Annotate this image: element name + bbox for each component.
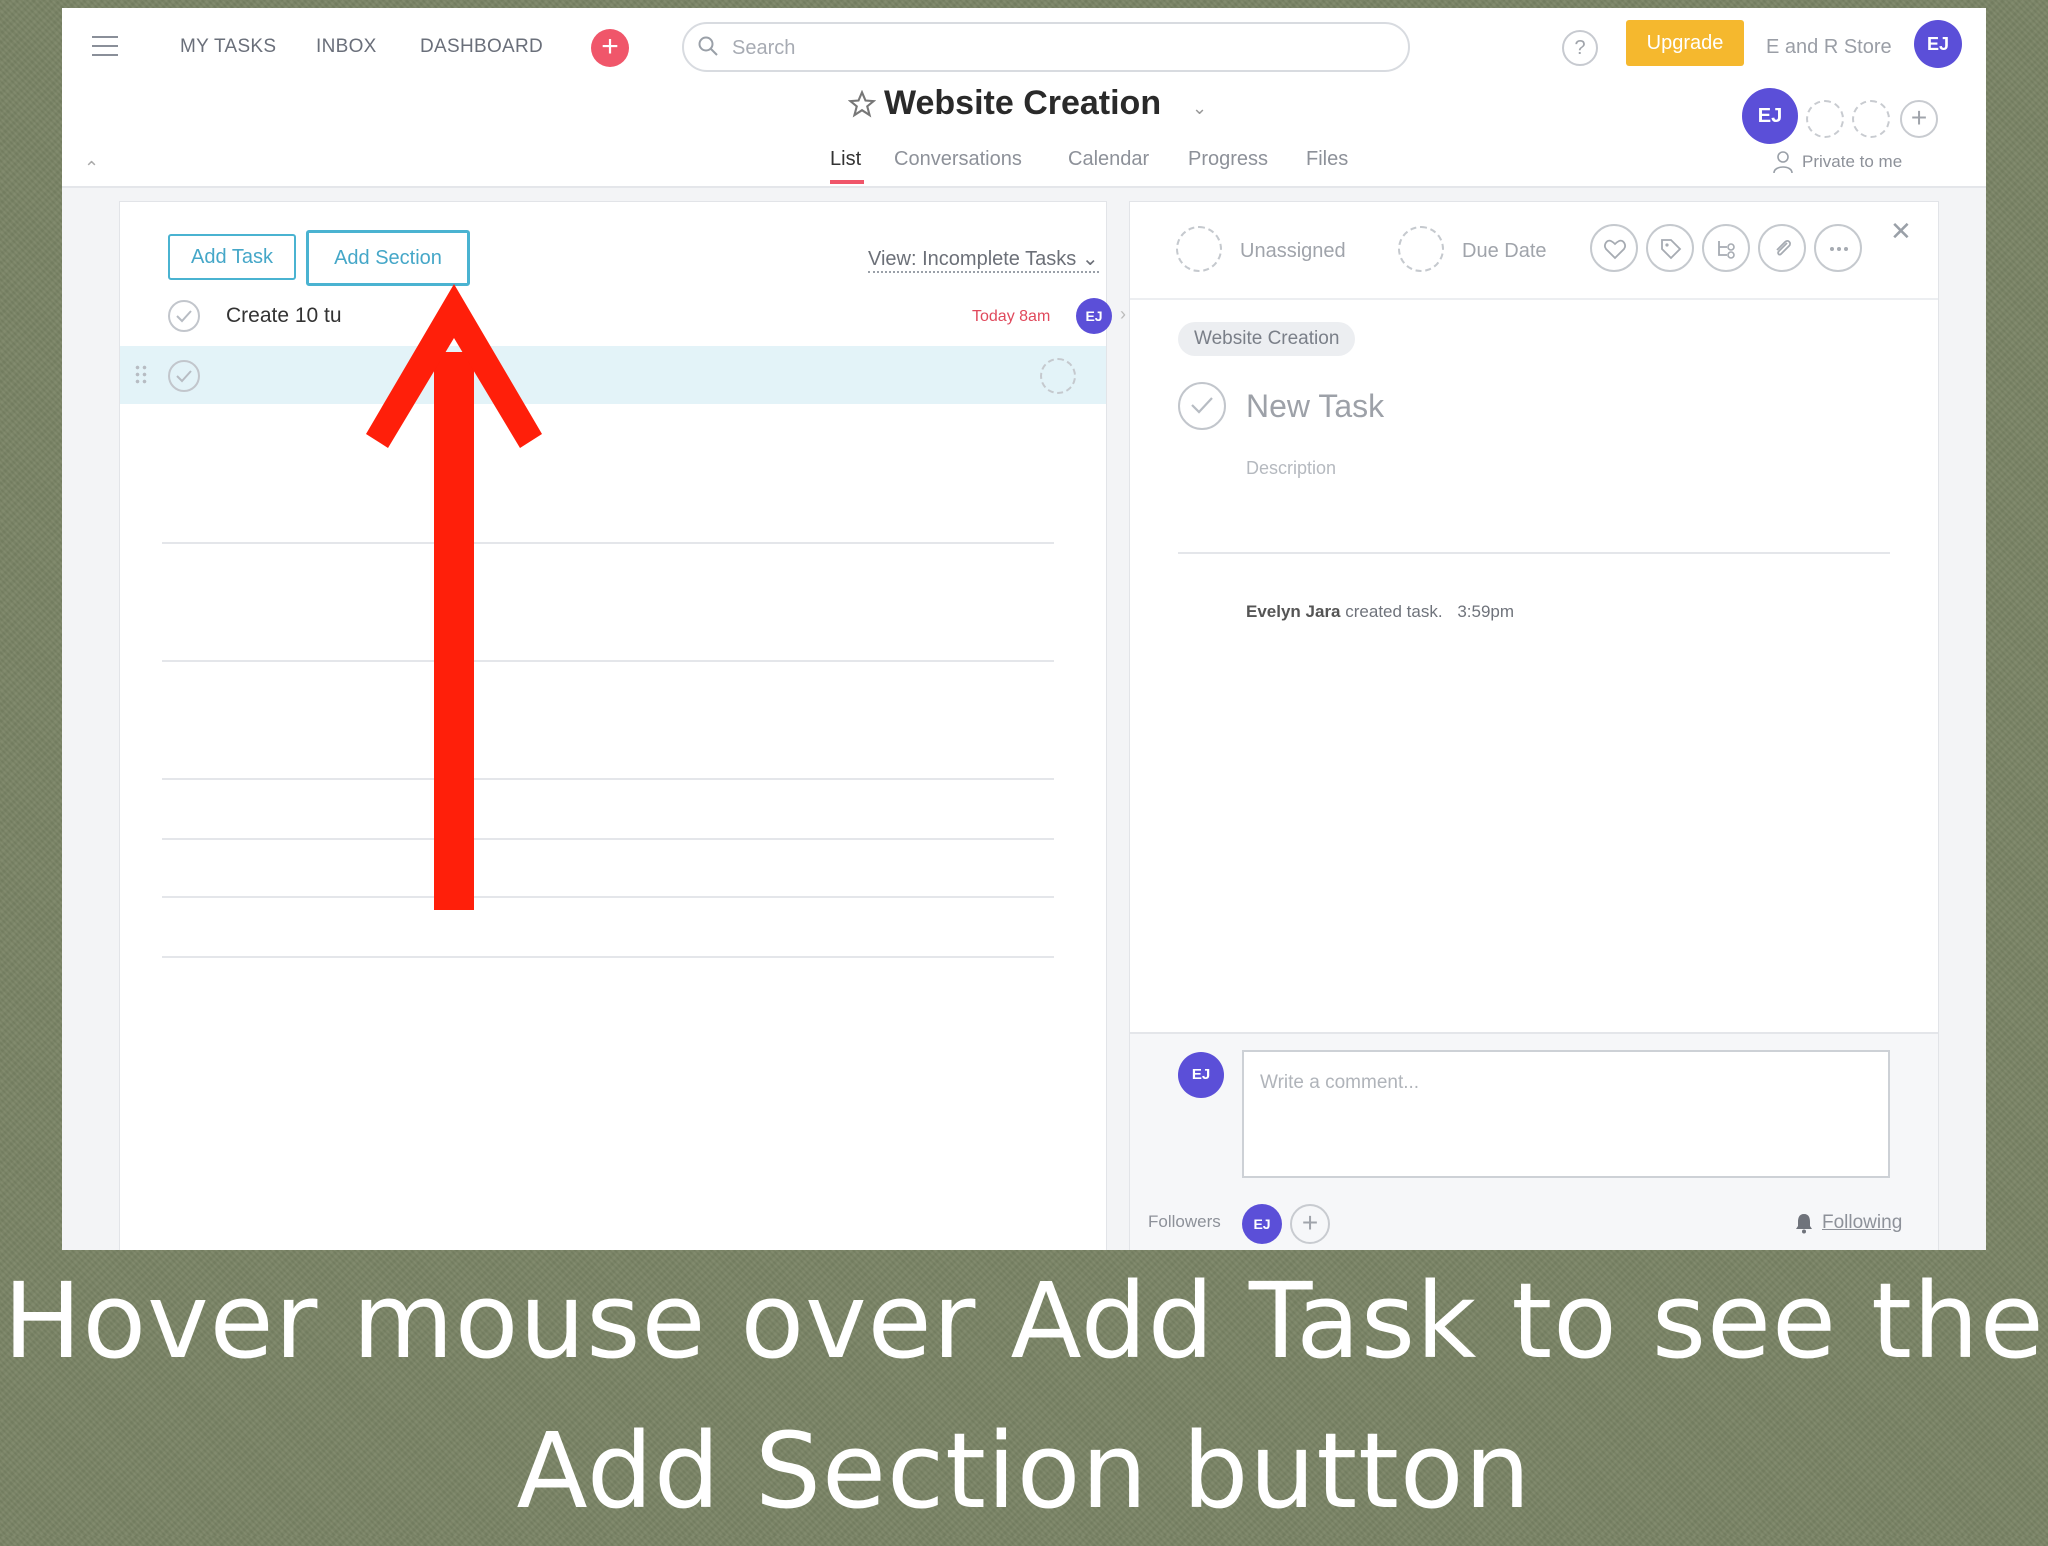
followers-label: Followers (1148, 1212, 1221, 1231)
close-icon[interactable]: ✕ (1890, 216, 1912, 247)
complete-check-icon[interactable] (168, 300, 200, 332)
empty-row-divider (162, 956, 1054, 958)
tutorial-caption: Hover mouse over Add Task to see the Add… (0, 1246, 2048, 1546)
project-menu-chevron-icon[interactable]: ⌄ (1192, 98, 1207, 119)
drag-handle-icon[interactable] (134, 364, 148, 386)
attachment-icon[interactable] (1758, 224, 1806, 272)
task-due-date[interactable]: Today 8am (972, 308, 1050, 326)
empty-row-divider (162, 660, 1054, 662)
project-member-avatar[interactable]: EJ (1742, 88, 1798, 144)
add-follower-button[interactable]: + (1290, 1204, 1330, 1244)
project-title[interactable]: Website Creation (884, 84, 1161, 123)
search-input[interactable] (730, 32, 1374, 64)
help-button[interactable]: ? (1562, 30, 1598, 66)
caption-line-1: Hover mouse over Add Task to see the (3, 1260, 2045, 1382)
user-avatar[interactable]: EJ (1914, 20, 1962, 68)
complete-check-icon[interactable] (1178, 382, 1226, 430)
nav-my-tasks[interactable]: MY TASKS (180, 36, 276, 58)
tag-icon[interactable] (1646, 224, 1694, 272)
due-date-field[interactable]: Due Date (1462, 240, 1547, 263)
task-assignee-avatar[interactable]: EJ (1076, 298, 1112, 334)
search-bar[interactable] (682, 22, 1410, 72)
assignee-placeholder-icon[interactable] (1040, 358, 1076, 394)
chevron-right-icon[interactable]: › (1120, 304, 1126, 325)
description-field[interactable]: Description (1246, 458, 1336, 479)
annotation-arrow-icon (366, 284, 542, 910)
task-row[interactable]: Create 10 tu Today 8am EJ › (120, 286, 1126, 344)
assignee-field[interactable]: Unassigned (1240, 240, 1346, 263)
organization-name[interactable]: E and R Store (1766, 36, 1892, 59)
comment-section: EJ Followers EJ + Following (1130, 1032, 1938, 1250)
collapse-chevron-icon[interactable]: ⌃ (84, 158, 99, 179)
tab-files[interactable]: Files (1306, 148, 1348, 171)
project-tag[interactable]: Website Creation (1178, 322, 1356, 356)
activity-user: Evelyn Jara (1246, 602, 1341, 621)
empty-row-divider (162, 778, 1054, 780)
search-icon (698, 36, 718, 56)
quick-add-button[interactable]: + (591, 29, 629, 67)
following-toggle[interactable]: Following (1822, 1212, 1902, 1234)
activity-entry: Evelyn Jara created task. 3:59pm (1246, 602, 1514, 622)
task-name[interactable]: Create 10 tu (226, 304, 342, 328)
nav-dashboard[interactable]: DASHBOARD (420, 36, 543, 58)
bell-icon (1796, 1214, 1812, 1234)
complete-check-icon[interactable] (168, 360, 200, 392)
detail-toolbar-divider (1130, 298, 1938, 300)
empty-row-divider (162, 542, 1054, 544)
comment-input[interactable] (1242, 1050, 1890, 1178)
tab-calendar[interactable]: Calendar (1068, 148, 1149, 171)
add-member-placeholder-icon[interactable] (1852, 100, 1890, 138)
tab-conversations[interactable]: Conversations (894, 148, 1022, 171)
upgrade-button[interactable]: Upgrade (1626, 20, 1744, 66)
privacy-setting[interactable]: Private to me (1802, 152, 1902, 172)
follower-avatar[interactable]: EJ (1242, 1204, 1282, 1244)
task-row-selected[interactable] (120, 346, 1106, 404)
active-tab-indicator (830, 180, 864, 184)
calendar-icon[interactable] (1398, 226, 1444, 272)
caption-line-2: Add Section button (516, 1410, 1532, 1532)
nav-inbox[interactable]: INBOX (316, 36, 377, 58)
empty-row-divider (162, 896, 1054, 898)
add-section-button[interactable]: Add Section (306, 230, 470, 286)
assignee-icon[interactable] (1176, 226, 1222, 272)
favorite-star-icon[interactable] (848, 90, 876, 118)
task-list-pane: Add Task Add Section View: Incomplete Ta… (120, 202, 1126, 1250)
subtask-icon[interactable] (1702, 224, 1750, 272)
menu-icon[interactable] (92, 36, 118, 56)
like-heart-icon[interactable] (1590, 224, 1638, 272)
tab-list[interactable]: List (830, 148, 861, 171)
activity-time: 3:59pm (1457, 602, 1515, 621)
asana-window: MY TASKS INBOX DASHBOARD + ? Upgrade E a… (62, 8, 1986, 1250)
task-detail-pane: Unassigned Due Date ✕ Website Creation N… (1130, 202, 1938, 1250)
task-title[interactable]: New Task (1246, 388, 1384, 425)
description-divider (1178, 552, 1890, 554)
view-filter-label: View: Incomplete Tasks (868, 248, 1077, 270)
person-icon (1773, 151, 1793, 174)
add-task-button[interactable]: Add Task (168, 234, 296, 280)
top-bar: MY TASKS INBOX DASHBOARD + ? Upgrade E a… (62, 8, 1986, 84)
view-filter-dropdown[interactable]: View: Incomplete Tasks ⌄ (868, 246, 1099, 273)
activity-text: created task. (1345, 602, 1443, 621)
add-member-placeholder-icon[interactable] (1806, 100, 1844, 138)
commenter-avatar: EJ (1178, 1052, 1224, 1098)
add-member-button[interactable]: + (1900, 100, 1938, 138)
more-options-icon[interactable] (1814, 224, 1862, 272)
tab-progress[interactable]: Progress (1188, 148, 1268, 171)
empty-row-divider (162, 838, 1054, 840)
